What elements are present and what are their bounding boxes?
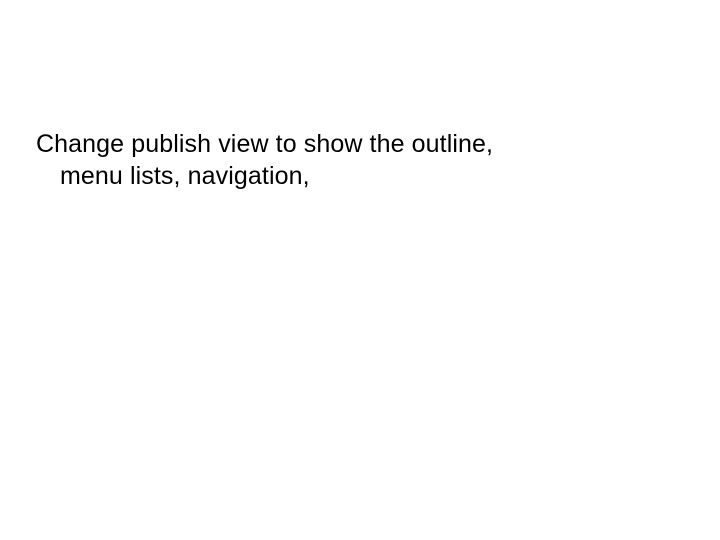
- body-line-2: menu lists, navigation,: [36, 160, 676, 192]
- body-line-1: Change publish view to show the outline,: [36, 130, 493, 158]
- slide-body-text: Change publish view to show the outline,…: [36, 128, 676, 192]
- slide-canvas: Change publish view to show the outline,…: [0, 0, 720, 540]
